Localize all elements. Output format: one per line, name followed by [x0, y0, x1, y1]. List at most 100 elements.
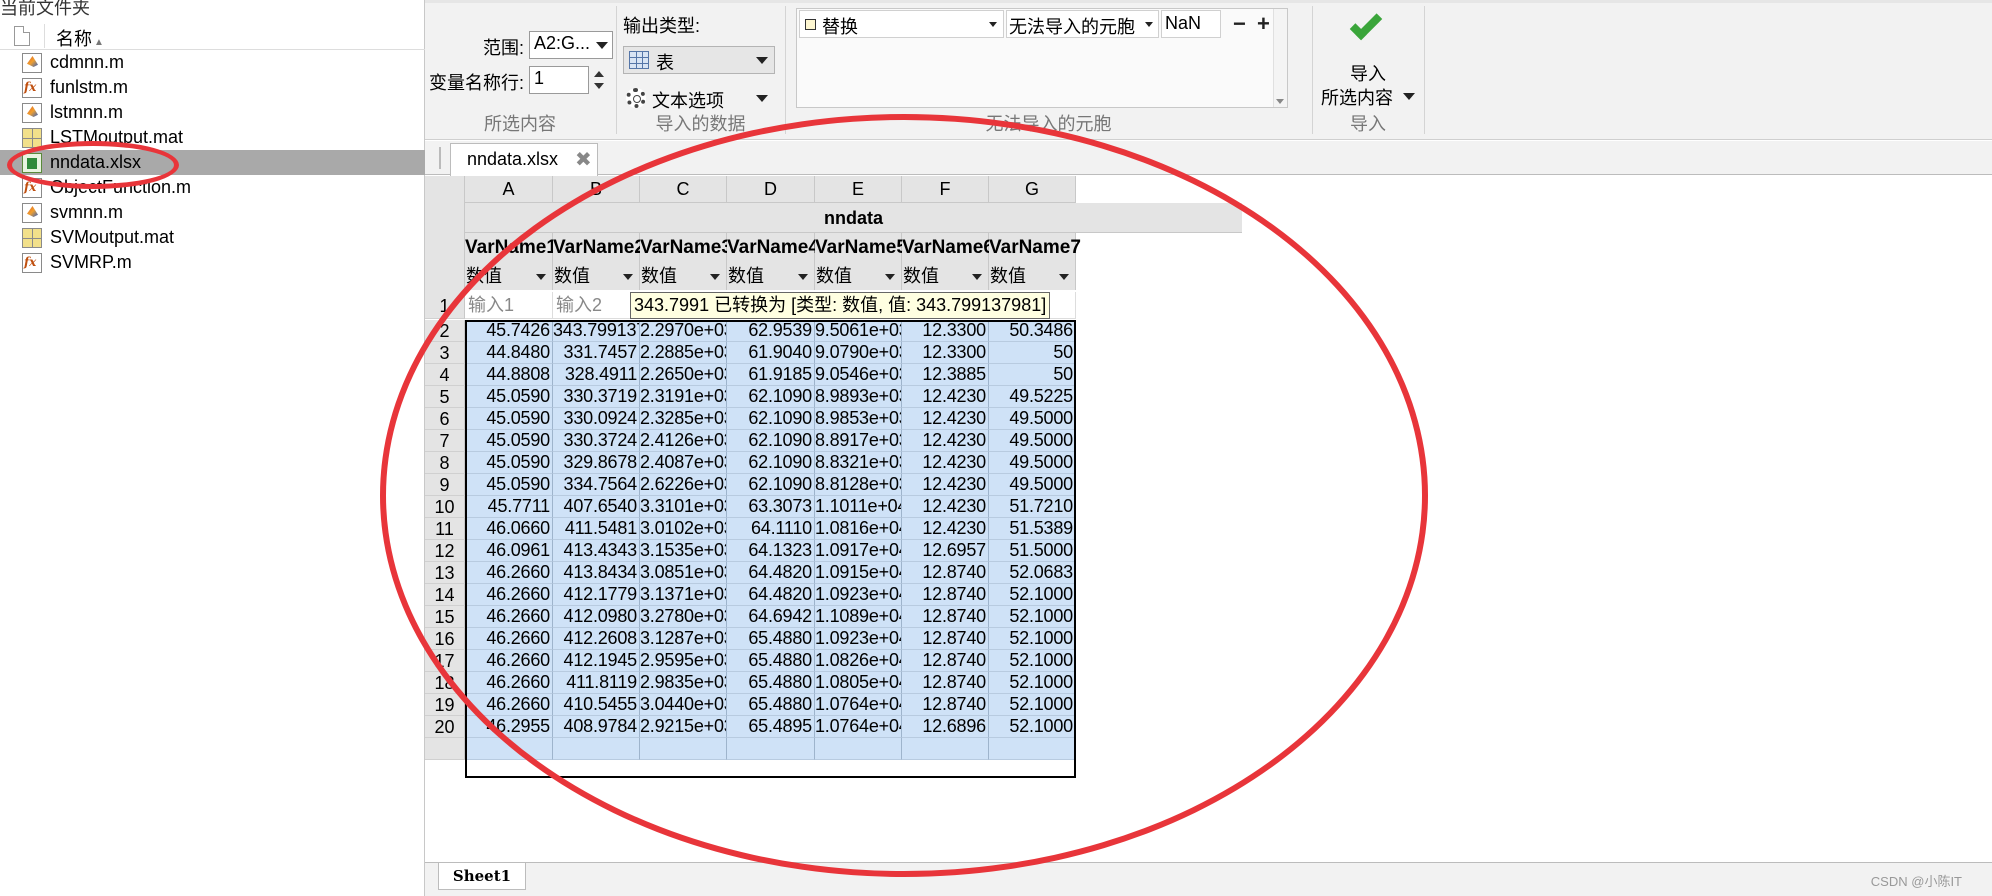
- corner-cell[interactable]: [425, 176, 465, 292]
- spinner-down-icon[interactable]: [594, 83, 604, 89]
- data-cell[interactable]: 65.4880: [727, 694, 815, 716]
- text-options-dropdown-icon[interactable]: [756, 95, 768, 102]
- data-cell[interactable]: 1.0816e+04: [815, 518, 902, 540]
- data-cell[interactable]: 45.0590: [465, 474, 553, 496]
- variable-name-header[interactable]: VarName2: [553, 233, 645, 263]
- data-cell[interactable]: 2.4087e+03: [640, 452, 727, 474]
- data-cell[interactable]: 3.1287e+03: [640, 628, 727, 650]
- data-cell[interactable]: 408.9784: [553, 716, 640, 738]
- data-cell[interactable]: 52.0683: [989, 562, 1076, 584]
- data-cell[interactable]: 413.4343: [553, 540, 640, 562]
- data-cell[interactable]: 1.1089e+04: [815, 606, 902, 628]
- data-cell[interactable]: 3.0851e+03: [640, 562, 727, 584]
- rule-condition-dropdown-icon[interactable]: [1145, 22, 1153, 27]
- data-cell[interactable]: 3.2780e+03: [640, 606, 727, 628]
- data-cell[interactable]: 12.8740: [902, 628, 989, 650]
- data-cell[interactable]: 46.2660: [465, 606, 553, 628]
- close-icon[interactable]: ✖: [575, 147, 592, 172]
- row-number[interactable]: 17: [425, 650, 465, 672]
- data-cell[interactable]: 46.0961: [465, 540, 553, 562]
- data-cell[interactable]: 46.2660: [465, 694, 553, 716]
- data-cell[interactable]: 2.2650e+03: [640, 364, 727, 386]
- data-cell[interactable]: 3.1535e+03: [640, 540, 727, 562]
- range-dropdown-icon[interactable]: [596, 42, 608, 49]
- row-number[interactable]: 5: [425, 386, 465, 408]
- data-cell[interactable]: 45.0590: [465, 408, 553, 430]
- variable-type-dropdown[interactable]: 数值: [465, 263, 553, 290]
- data-cell[interactable]: 3.1371e+03: [640, 584, 727, 606]
- variable-name-header[interactable]: VarName1: [465, 233, 557, 263]
- data-cell[interactable]: 50: [989, 364, 1076, 386]
- data-cell[interactable]: 2.3191e+03: [640, 386, 727, 408]
- data-cell[interactable]: 412.1945: [553, 650, 640, 672]
- data-cell[interactable]: 46.2660: [465, 650, 553, 672]
- chevron-down-icon[interactable]: [798, 274, 808, 280]
- data-cell[interactable]: 2.4126e+03: [640, 430, 727, 452]
- data-cell[interactable]: 12.3300: [902, 342, 989, 364]
- data-cell[interactable]: 329.8678: [553, 452, 640, 474]
- chevron-down-icon[interactable]: [885, 274, 895, 280]
- data-cell[interactable]: 12.8740: [902, 650, 989, 672]
- data-cell[interactable]: 62.1090: [727, 474, 815, 496]
- rule-action-dropdown[interactable]: 替换: [799, 10, 1004, 38]
- row-number[interactable]: 13: [425, 562, 465, 584]
- row-number[interactable]: 15: [425, 606, 465, 628]
- data-cell[interactable]: 2.2885e+03: [640, 342, 727, 364]
- data-cell[interactable]: 1.0826e+04: [815, 650, 902, 672]
- data-cell[interactable]: 1.0917e+04: [815, 540, 902, 562]
- chevron-down-icon[interactable]: [536, 274, 546, 280]
- rule-condition-dropdown[interactable]: 无法导入的元胞: [1006, 10, 1159, 38]
- data-cell[interactable]: 412.2608: [553, 628, 640, 650]
- variable-type-dropdown[interactable]: 数值: [815, 263, 902, 290]
- data-cell[interactable]: 12.4230: [902, 496, 989, 518]
- variable-type-dropdown[interactable]: 数值: [727, 263, 815, 290]
- data-cell[interactable]: 3.0102e+03: [640, 518, 727, 540]
- row-number[interactable]: 4: [425, 364, 465, 386]
- output-type-dropdown[interactable]: 表: [623, 46, 775, 74]
- column-header[interactable]: C: [640, 176, 727, 203]
- data-cell[interactable]: 51.5389: [989, 518, 1076, 540]
- row-number[interactable]: 2: [425, 320, 465, 342]
- file-item[interactable]: SVMRP.m: [0, 250, 425, 275]
- data-cell[interactable]: 65.4880: [727, 650, 815, 672]
- row-number[interactable]: 3: [425, 342, 465, 364]
- add-rule-button[interactable]: +: [1257, 13, 1270, 35]
- column-header[interactable]: F: [902, 176, 989, 203]
- data-cell[interactable]: 45.0590: [465, 386, 553, 408]
- data-cell[interactable]: 412.1779: [553, 584, 640, 606]
- data-cell[interactable]: 12.4230: [902, 518, 989, 540]
- data-cell[interactable]: 52.1000: [989, 584, 1076, 606]
- data-cell[interactable]: 12.4230: [902, 386, 989, 408]
- data-cell[interactable]: 44.8480: [465, 342, 553, 364]
- data-cell[interactable]: 2.9595e+03: [640, 650, 727, 672]
- data-cell[interactable]: 12.8740: [902, 672, 989, 694]
- data-cell[interactable]: 49.5000: [989, 474, 1076, 496]
- data-cell[interactable]: 12.4230: [902, 452, 989, 474]
- data-cell[interactable]: 330.3719: [553, 386, 640, 408]
- row-number[interactable]: 18: [425, 672, 465, 694]
- rules-scrollbar[interactable]: [1273, 9, 1287, 107]
- data-cell[interactable]: 52.1000: [989, 694, 1076, 716]
- header-row-cell[interactable]: 输入1: [465, 292, 553, 319]
- file-item[interactable]: lstmnn.m: [0, 100, 425, 125]
- data-cell[interactable]: 2.9835e+03: [640, 672, 727, 694]
- data-cell[interactable]: 46.2660: [465, 628, 553, 650]
- data-cell[interactable]: 65.4895: [727, 716, 815, 738]
- data-cell[interactable]: 63.3073: [727, 496, 815, 518]
- data-cell[interactable]: 46.2660: [465, 584, 553, 606]
- name-column-header[interactable]: 名称 ▲: [56, 25, 104, 51]
- file-item[interactable]: funlstm.m: [0, 75, 425, 100]
- sheet-tab-sheet1[interactable]: Sheet1: [438, 863, 526, 890]
- row-number[interactable]: 8: [425, 452, 465, 474]
- data-cell[interactable]: 1.1011e+04: [815, 496, 902, 518]
- row-number[interactable]: 6: [425, 408, 465, 430]
- data-cell[interactable]: 45.7711: [465, 496, 553, 518]
- data-cell[interactable]: 12.6957: [902, 540, 989, 562]
- data-cell[interactable]: 3.3101e+03: [640, 496, 727, 518]
- data-cell[interactable]: 410.5455: [553, 694, 640, 716]
- data-cell[interactable]: 2.6226e+03: [640, 474, 727, 496]
- data-cell[interactable]: 12.8740: [902, 694, 989, 716]
- chevron-down-icon[interactable]: [972, 274, 982, 280]
- data-cell[interactable]: 49.5000: [989, 430, 1076, 452]
- data-cell[interactable]: 412.0980: [553, 606, 640, 628]
